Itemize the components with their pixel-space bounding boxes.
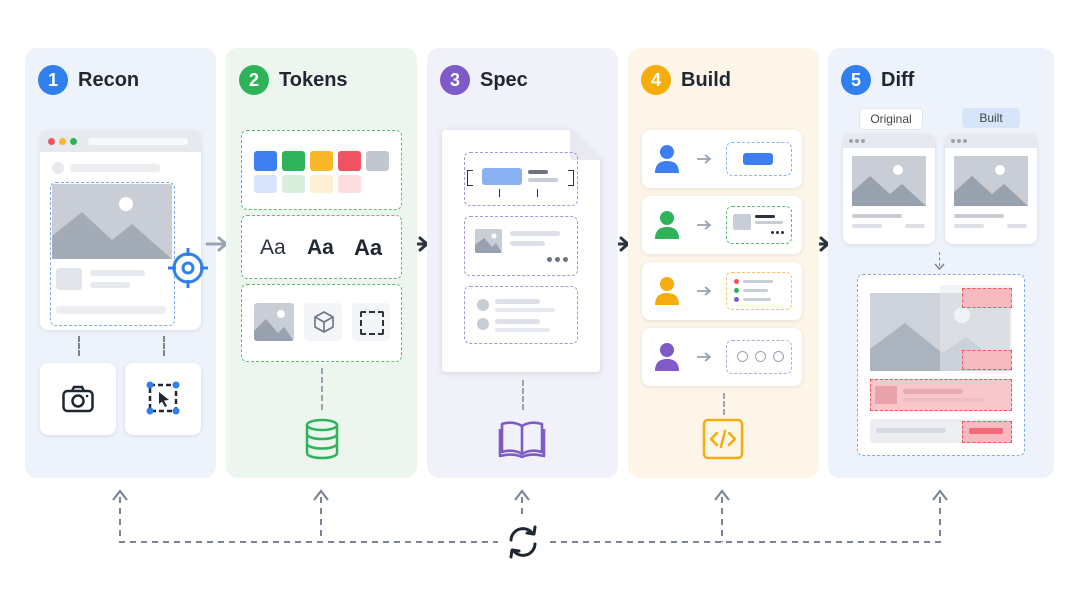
refresh-cycle-icon <box>509 525 537 559</box>
feedback-loop <box>112 489 948 543</box>
